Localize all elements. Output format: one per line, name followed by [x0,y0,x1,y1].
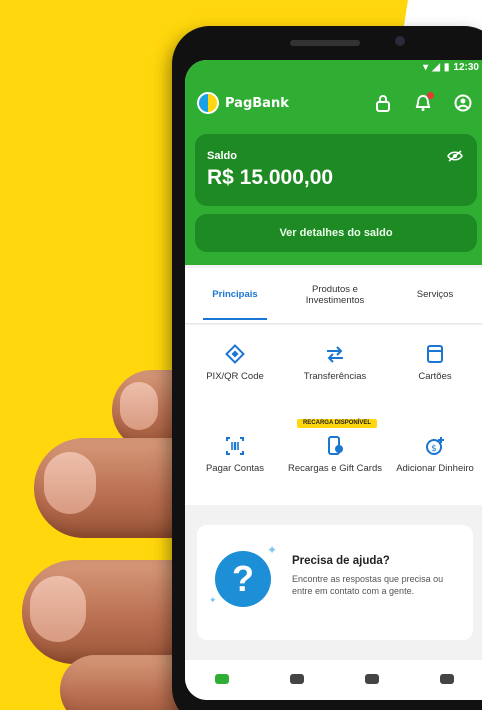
balance-value: R$ 15.000,00 [207,166,334,189]
action-label: Adicionar Dinheiro [396,463,474,474]
hide-balance-eye-icon[interactable] [447,150,463,165]
tab-principais[interactable]: Principais [185,268,285,323]
nav-item-icon[interactable] [365,674,379,684]
app-name: PagBank [225,95,289,111]
help-question-icon: ? [215,551,271,607]
barcode-icon [224,435,246,457]
action-label: Pagar Contas [205,463,265,474]
phone-recharge-icon [324,435,346,457]
phone-camera [395,36,405,46]
tab-produtos-investimentos[interactable]: Produtos e Investimentos [285,268,385,323]
nav-home-icon[interactable] [215,674,229,684]
action-pix[interactable]: PIX/QR Code [185,343,285,382]
help-text: Encontre as respostas que precisa ou ent… [292,574,444,597]
action-label: Recargas e Gift Cards [288,463,382,474]
fingernail-2 [44,452,96,514]
card-icon [424,343,446,365]
pagbank-logo-icon [197,92,219,114]
action-transfer[interactable]: Transferências [285,343,385,382]
sparkle-icon: ✦ [209,595,217,605]
action-label: Transferências [303,371,367,382]
tab-servicos[interactable]: Serviços [385,268,482,323]
action-label: Cartões [418,371,452,382]
signal-icon: ◢ [432,62,440,73]
battery-icon: ▮ [443,62,450,73]
help-card[interactable]: ? ✦ ✦ Precisa de ajuda? Encontre as resp… [197,525,473,640]
notification-dot [427,92,434,99]
status-time: 12:30 [453,62,479,73]
nav-item-icon[interactable] [440,674,454,684]
action-cards[interactable]: Cartões [385,343,482,382]
phone-screen: ▾ ◢ ▮ 12:30 PagBank Saldo R$ 15.000,00 V… [185,60,482,700]
action-pay-bills[interactable]: Pagar Contas [185,435,285,474]
notification-bell-icon[interactable] [414,92,434,112]
add-money-icon: $ [424,435,446,457]
section-tabs: Principais Produtos e Investimentos Serv… [185,268,482,324]
app-bar: PagBank [197,88,482,118]
phone-earpiece [290,40,360,46]
pix-icon [224,343,246,365]
fingernail-3 [30,576,86,642]
actions-grid: PIX/QR Code Transferências Cartões RECAR… [185,325,482,505]
transfer-icon [324,343,346,365]
nav-item-icon[interactable] [290,674,304,684]
action-label: PIX/QR Code [206,371,264,382]
profile-icon[interactable] [454,94,472,112]
svg-text:$: $ [431,444,437,454]
recharge-badge: RECARGA DISPONÍVEL [297,419,377,428]
help-title: Precisa de ajuda? [292,555,390,567]
action-recharge[interactable]: Recargas e Gift Cards [285,435,385,474]
action-add-money[interactable]: $ Adicionar Dinheiro [385,435,482,474]
lock-icon[interactable] [374,94,392,112]
balance-card: Saldo R$ 15.000,00 [195,134,477,206]
wifi-icon: ▾ [423,62,429,73]
status-bar: ▾ ◢ ▮ 12:30 [423,62,479,73]
bottom-navigation [185,660,482,700]
balance-label: Saldo [207,150,237,162]
sparkle-icon: ✦ [267,543,278,557]
fingernail-1 [120,382,158,430]
balance-details-button[interactable]: Ver detalhes do saldo [195,214,477,252]
